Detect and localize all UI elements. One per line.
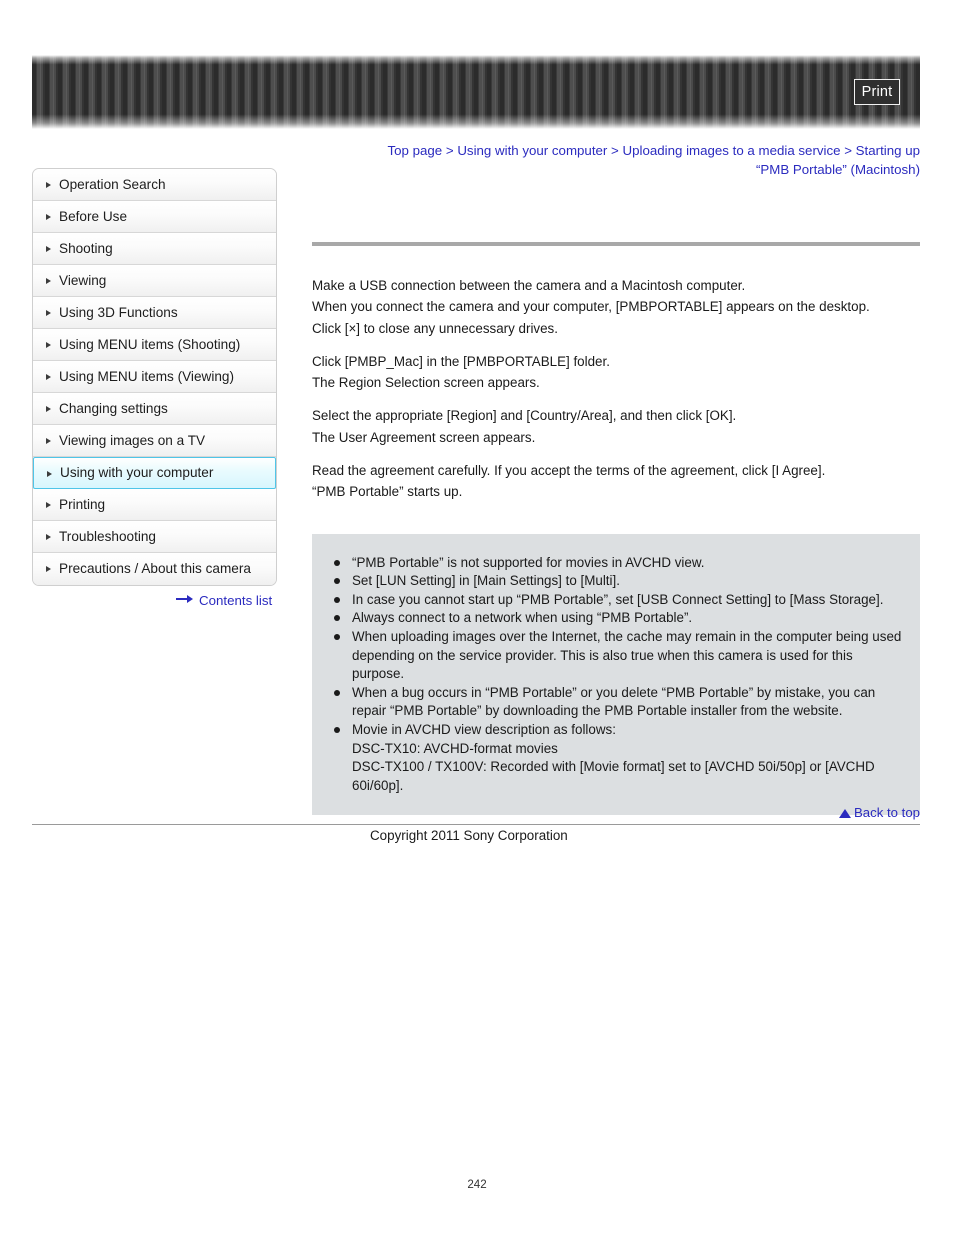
sidebar-item-viewing-images-on-a-tv[interactable]: Viewing images on a TV	[33, 425, 276, 457]
note-item: When uploading images over the Internet,…	[330, 628, 902, 684]
note-text: Movie in AVCHD view description as follo…	[352, 722, 875, 793]
sidebar-item-operation-search[interactable]: Operation Search	[33, 169, 276, 201]
bullet-icon	[334, 596, 340, 603]
bullet-icon	[334, 615, 340, 622]
note-item: Set [LUN Setting] in [Main Settings] to …	[330, 572, 902, 591]
sidebar-navigation: Operation Search Before Use Shooting Viewin…	[32, 168, 277, 586]
instruction-step: Click [PMBP_Mac] in the [PMBPORTABLE] fo…	[312, 353, 610, 391]
sidebar-item-using-menu-items-shooting[interactable]: Using MENU items (Shooting)	[33, 329, 276, 361]
sidebar-item-precautions-about-this-camera[interactable]: Precautions / About this camera	[33, 553, 276, 585]
note-item: Always connect to a network when using “…	[330, 609, 902, 628]
bullet-icon	[334, 689, 340, 696]
triangle-right-icon	[46, 438, 51, 444]
sidebar-item-before-use[interactable]: Before Use	[33, 201, 276, 233]
sidebar-item-using-3d-functions[interactable]: Using 3D Functions	[33, 297, 276, 329]
print-button[interactable]: Print	[854, 79, 900, 105]
note-text: Set [LUN Setting] in [Main Settings] to …	[352, 573, 620, 589]
sidebar-item-troubleshooting[interactable]: Troubleshooting	[33, 521, 276, 553]
contents-list-label: Contents list	[199, 593, 273, 608]
sidebar-item-label: Using with your computer	[60, 465, 214, 480]
sidebar-item-label: Precautions / About this camera	[59, 561, 251, 576]
footer-divider	[32, 824, 920, 825]
breadcrumb-line-1[interactable]: Top page > Using with your computer > Up…	[320, 142, 920, 161]
right-arrow-icon	[176, 592, 194, 608]
sidebar-item-using-menu-items-viewing[interactable]: Using MENU items (Viewing)	[33, 361, 276, 393]
bullet-icon	[334, 634, 340, 641]
sidebar-item-label: Before Use	[59, 209, 128, 224]
triangle-right-icon	[46, 374, 51, 380]
note-text: “PMB Portable” is not supported for movi…	[352, 554, 705, 570]
main-content: Make a USB connection between the camera…	[312, 168, 920, 816]
note-item: When a bug occurs in “PMB Portable” or y…	[330, 684, 902, 721]
instruction-step: Select the appropriate [Region] and [Cou…	[312, 408, 737, 445]
triangle-up-icon	[839, 809, 852, 818]
instruction-steps: Make a USB connection between the camera…	[312, 275, 920, 503]
triangle-right-icon	[46, 182, 51, 188]
note-text: When a bug occurs in “PMB Portable” or y…	[352, 684, 876, 719]
notes-list: “PMB Portable” is not supported for movi…	[330, 554, 902, 796]
triangle-right-icon	[46, 214, 51, 220]
triangle-right-icon	[46, 278, 51, 284]
note-text: In case you cannot start up “PMB Portabl…	[352, 591, 884, 607]
content-top-divider	[312, 242, 920, 246]
page-number: 242	[467, 1178, 487, 1191]
sidebar-item-label: Using MENU items (Shooting)	[59, 337, 241, 352]
copyright-text: Copyright 2011 Sony Corporation	[370, 828, 568, 843]
note-item: “PMB Portable” is not supported for movi…	[330, 554, 902, 573]
triangle-right-icon	[46, 342, 51, 348]
instruction-step: Read the agreement carefully. If you acc…	[312, 463, 826, 500]
sidebar-item-label: Viewing	[59, 273, 107, 288]
sidebar-item-using-with-your-computer[interactable]: Using with your computer	[33, 457, 276, 489]
sidebar-item-label: Operation Search	[59, 177, 166, 192]
sidebar-item-label: Viewing images on a TV	[59, 433, 206, 448]
triangle-right-icon	[46, 534, 51, 540]
sidebar-item-label: Printing	[59, 497, 106, 512]
note-text: Always connect to a network when using “…	[352, 610, 693, 626]
sidebar-item-printing[interactable]: Printing	[33, 489, 276, 521]
triangle-right-icon	[46, 246, 51, 252]
note-item: In case you cannot start up “PMB Portabl…	[330, 591, 902, 610]
note-item: Movie in AVCHD view description as follo…	[330, 721, 902, 795]
page-header-bar: Print	[32, 55, 920, 129]
sidebar-item-label: Shooting	[59, 241, 113, 256]
sidebar-item-label: Using MENU items (Viewing)	[59, 369, 234, 384]
triangle-right-icon	[47, 471, 52, 477]
bullet-icon	[334, 578, 340, 585]
bullet-icon	[334, 727, 340, 734]
sidebar-item-label: Using 3D Functions	[59, 305, 178, 320]
sidebar-item-label: Changing settings	[59, 401, 168, 416]
notes-box: “PMB Portable” is not supported for movi…	[312, 533, 920, 816]
back-to-top-label: Back to top	[854, 805, 920, 820]
sidebar-item-viewing[interactable]: Viewing	[33, 265, 276, 297]
sidebar-item-shooting[interactable]: Shooting	[33, 233, 276, 265]
triangle-right-icon	[46, 406, 51, 412]
instruction-step: Make a USB connection between the camera…	[312, 278, 870, 336]
triangle-right-icon	[46, 566, 51, 572]
sidebar-item-label: Troubleshooting	[59, 529, 156, 544]
sidebar-item-changing-settings[interactable]: Changing settings	[33, 393, 276, 425]
bullet-icon	[334, 559, 340, 566]
triangle-right-icon	[46, 502, 51, 508]
triangle-right-icon	[46, 310, 51, 316]
back-to-top-link[interactable]: Back to top	[839, 805, 920, 821]
note-text: When uploading images over the Internet,…	[352, 629, 902, 682]
contents-list-link[interactable]: Contents list	[176, 593, 272, 609]
